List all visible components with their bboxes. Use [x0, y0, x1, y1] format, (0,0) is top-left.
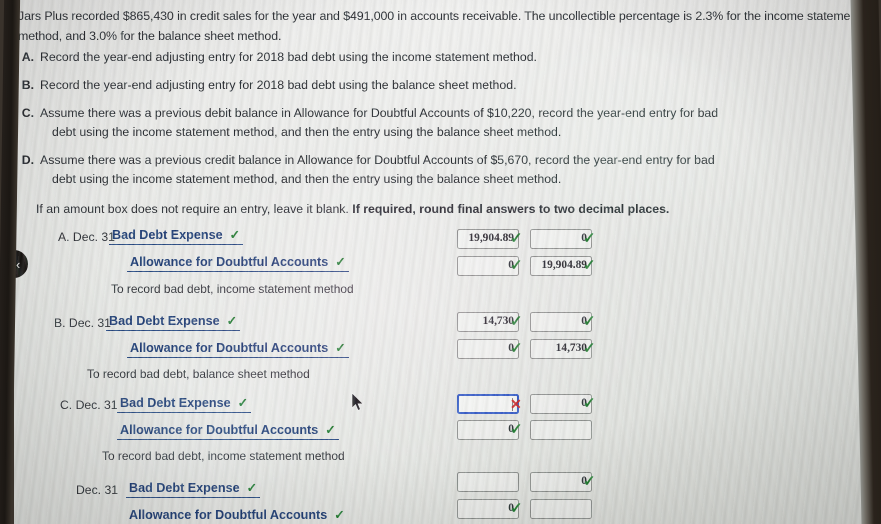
debit-correct-icon: ✓ [510, 257, 523, 274]
requirement-text: Assume there was a previous debit balanc… [40, 106, 719, 120]
entry-date: B. Dec. 31 [54, 316, 111, 330]
requirement-item: A. Record the year-end adjusting entry f… [14, 48, 734, 67]
debit-correct-icon: ✓ [510, 313, 523, 330]
entry-memo: To record bad debt, income statement met… [102, 449, 345, 463]
entry-date: C. Dec. 31 [60, 398, 118, 412]
credit-correct-icon: ✓ [583, 340, 596, 357]
requirement-body: Assume there was a previous credit balan… [40, 151, 734, 189]
rounding-instruction-plain: If an amount box does not require an ent… [36, 202, 353, 216]
chevron-left-icon: ‹ [16, 257, 21, 272]
account-select[interactable]: Bad Debt Expense ✓ [106, 312, 241, 331]
debit-correct-icon: ✓ [510, 500, 523, 517]
requirement-text: Record the year-end adjusting entry for … [40, 50, 537, 64]
requirement-body: Record the year-end adjusting entry for … [40, 48, 734, 67]
debit-amount-input[interactable] [457, 472, 519, 492]
account-correct-icon: ✓ [335, 341, 346, 355]
account-select[interactable]: Allowance for Doubtful Accounts ✓ [117, 421, 339, 440]
requirement-text: Assume there was a previous credit balan… [40, 153, 715, 167]
screen-photo: Jars Plus recorded $865,430 in credit sa… [0, 0, 881, 524]
requirement-text: Record the year-end adjusting entry for … [40, 78, 517, 92]
account-correct-icon: ✓ [335, 255, 346, 269]
requirement-body: Record the year-end adjusting entry for … [40, 76, 734, 95]
requirement-body: Assume there was a previous debit balanc… [40, 104, 734, 142]
credit-correct-icon: ✓ [583, 395, 596, 412]
homework-page: Jars Plus recorded $865,430 in credit sa… [14, 0, 863, 524]
credit-amount-input[interactable] [530, 420, 592, 440]
problem-statement: Jars Plus recorded $865,430 in credit sa… [18, 9, 861, 43]
account-correct-icon: ✓ [226, 314, 238, 328]
entry-date: A. Dec. 31 [58, 230, 115, 244]
monitor-screen: Jars Plus recorded $865,430 in credit sa… [14, 0, 863, 524]
debit-incorrect-icon: ✕ [510, 396, 522, 412]
account-select[interactable]: Allowance for Doubtful Accounts ✓ [127, 253, 349, 272]
credit-amount-input[interactable] [530, 499, 592, 519]
credit-correct-icon: ✓ [583, 257, 596, 274]
requirement-letter: D. [21, 153, 34, 167]
collapse-panel-button[interactable]: ‹ [14, 248, 30, 280]
entry-memo: To record bad debt, balance sheet method [87, 367, 310, 381]
account-select[interactable]: Bad Debt Expense ✓ [126, 479, 261, 498]
requirement-item: D. Assume there was a previous credit ba… [14, 151, 734, 189]
requirement-item: B. Record the year-end adjusting entry f… [14, 76, 734, 95]
account-correct-icon: ✓ [246, 481, 258, 495]
entry-memo: To record bad debt, income statement met… [111, 282, 354, 296]
account-select[interactable]: Allowance for Doubtful Accounts ✓ [127, 339, 349, 358]
debit-correct-icon: ✓ [510, 340, 523, 357]
requirement-text-continued: debt using the income statement method, … [52, 125, 562, 139]
account-select[interactable]: Allowance for Doubtful Accounts ✓ [126, 506, 348, 524]
credit-correct-icon: ✓ [583, 473, 596, 490]
credit-correct-icon: ✓ [583, 230, 596, 247]
credit-correct-icon: ✓ [583, 313, 596, 330]
requirement-text-continued: debt using the income statement method, … [52, 172, 562, 186]
account-correct-icon: ✓ [237, 396, 249, 410]
requirement-item: C. Assume there was a previous debit bal… [14, 104, 734, 142]
mouse-cursor [351, 392, 364, 411]
account-correct-icon: ✓ [229, 228, 241, 242]
debit-correct-icon: ✓ [510, 230, 523, 247]
requirements-list: A. Record the year-end adjusting entry f… [14, 48, 734, 198]
account-correct-icon: ✓ [325, 423, 336, 437]
account-select[interactable]: Bad Debt Expense ✓ [117, 394, 252, 413]
entry-date: Dec. 31 [76, 483, 119, 497]
rounding-instruction-bold: If required, round final answers to two … [352, 202, 670, 216]
account-correct-icon: ✓ [334, 508, 345, 522]
debit-correct-icon: ✓ [510, 421, 523, 438]
rounding-instruction: If an amount box does not require an ent… [36, 202, 669, 216]
account-select[interactable]: Bad Debt Expense ✓ [109, 226, 244, 245]
